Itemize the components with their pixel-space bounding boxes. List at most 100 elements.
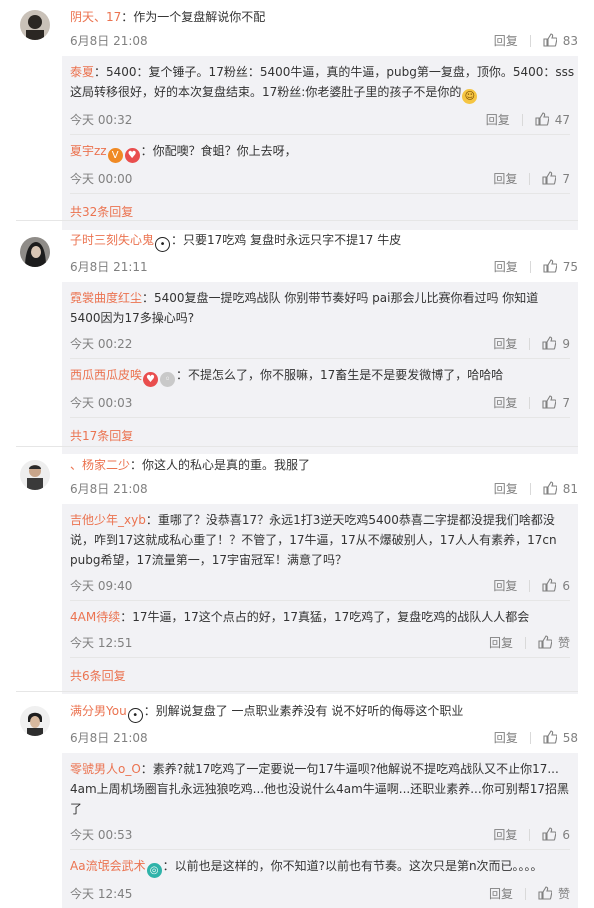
comment-username[interactable]: 子时三刻失心鬼 <box>70 233 154 247</box>
divider <box>16 446 578 447</box>
comment-username[interactable]: 满分男You <box>70 704 127 718</box>
reply-text: ：17牛逼，17这个点占的好，17真猛，17吃鸡了，复盘吃鸡的战队人人都会 <box>120 610 530 624</box>
thumbs-up-icon <box>543 33 557 47</box>
comment-time: 6月8日 21:08 <box>70 731 148 745</box>
like-count: 赞 <box>557 887 570 901</box>
thumbs-up-icon <box>542 578 557 592</box>
grin-emoji-icon: ☺ <box>462 89 478 104</box>
like-button[interactable]: 47 <box>535 112 570 127</box>
comment-time: 6月8日 21:11 <box>70 260 148 274</box>
reply-username[interactable]: 西瓜西瓜皮唉 <box>70 368 142 382</box>
reply-button[interactable]: 回复 <box>489 636 513 650</box>
comment: 子时三刻失心鬼 • ：只要17吃鸡 复盘时永远只字不提17 牛皮 6月8日 21:1… <box>0 231 594 276</box>
comment-text: 别解说复盘了 一点职业素养没有 说不好听的侮辱这个职业 <box>155 704 464 718</box>
like-count: 47 <box>554 113 570 127</box>
reply-text: ：以前也是这样的，你不知道?以前也有节奏。这次只是第n次而已。。。。 <box>162 859 543 873</box>
view-more-replies[interactable]: 共17条回复 <box>70 417 570 454</box>
like-button[interactable]: 9 <box>542 336 570 351</box>
thumbs-up-icon <box>542 395 557 409</box>
comment-time: 6月8日 21:08 <box>70 482 148 496</box>
reply-button[interactable]: 回复 <box>493 828 517 842</box>
reply-button[interactable]: 回复 <box>493 172 517 186</box>
like-button[interactable]: 58 <box>543 730 578 745</box>
reply-button[interactable]: 回复 <box>493 396 517 410</box>
reply-text: ：5400：复个锤子。17粉丝：5400牛逼，真的牛逼，pubg第一复盘，顶你。… <box>94 65 575 79</box>
reply-time: 今天 12:45 <box>70 887 133 901</box>
reply-button[interactable]: 回复 <box>494 34 518 48</box>
comment-username[interactable]: 阴天、17 <box>70 10 121 24</box>
reply-username[interactable]: 零號男人o_O <box>70 762 141 776</box>
reply-time: 今天 09:40 <box>70 579 133 593</box>
avatar[interactable] <box>20 10 50 40</box>
panda-badge-icon: • <box>127 708 143 723</box>
reply-text: 5400因为17多操心吗? <box>70 311 195 325</box>
reply-text: ：重哪了？没恭喜17？永远1打3逆天吃鸡5400恭喜二字提都没提我们啥都没 <box>145 513 555 527</box>
divider <box>529 173 531 185</box>
comment-text: 只要17吃鸡 复盘时永远只字不提17 牛皮 <box>183 233 402 247</box>
comment: 、杨家二少：你这人的私心是真的重。我服了 6月8日 21:08 回复 81 <box>0 456 594 498</box>
reply-button[interactable]: 回复 <box>486 113 510 127</box>
like-button[interactable]: 6 <box>542 578 570 593</box>
reply-username[interactable]: 4AM待续 <box>70 610 120 624</box>
reply-item: 零號男人o_O：素养?就17吃鸡了一定要说一句17牛逼呗?他解说不提吃鸡战队又不… <box>70 759 570 849</box>
thumbs-up-icon <box>543 730 557 744</box>
reply-text: pubg希望，17流量第一，17宇宙冠军！满意了吗？ <box>70 553 347 567</box>
divider <box>529 397 531 409</box>
thumbs-up-icon <box>542 171 557 185</box>
like-count: 7 <box>562 396 570 410</box>
divider <box>529 261 531 273</box>
thumbs-up-icon <box>543 259 557 273</box>
like-button[interactable]: 赞 <box>538 886 570 901</box>
avatar[interactable] <box>20 237 50 267</box>
reply-button[interactable]: 回复 <box>494 731 518 745</box>
like-button[interactable]: 7 <box>542 395 570 410</box>
view-more-replies[interactable]: 共6条回复 <box>70 657 570 694</box>
divider <box>16 220 578 221</box>
reply-time: 今天 00:32 <box>70 113 133 127</box>
view-more-replies[interactable]: 共32条回复 <box>70 193 570 230</box>
reply-button[interactable]: 回复 <box>489 887 513 901</box>
reply-username[interactable]: Aa流氓会武术 <box>70 859 146 873</box>
reply-username[interactable]: 霓裳曲度红尘 <box>70 291 142 305</box>
like-count: 58 <box>562 731 578 745</box>
divider <box>529 580 531 592</box>
vip-badge-icon: V <box>107 148 123 163</box>
thumbs-up-icon <box>542 336 557 350</box>
like-count: 赞 <box>557 636 570 650</box>
reply-username[interactable]: 泰夏 <box>70 65 94 79</box>
divider <box>529 732 531 744</box>
reply-text: 4am上周机场圈盲扎永远独狼吃鸡...他也没说什么4am牛逼啊...还职业素养.… <box>70 782 569 796</box>
reply-time: 今天 00:53 <box>70 828 133 842</box>
reply-text: ：不提怎么了，你不服嘛，17畜生是不是要发微博了，哈哈哈 <box>176 368 504 382</box>
comment-username[interactable]: 、杨家二少 <box>70 458 130 472</box>
reply-time: 今天 00:22 <box>70 337 133 351</box>
like-button[interactable]: 81 <box>543 481 578 496</box>
divider <box>521 114 523 126</box>
replies-box: 泰夏：5400：复个锤子。17粉丝：5400牛逼，真的牛逼，pubg第一复盘，顶… <box>62 56 578 230</box>
reply-button[interactable]: 回复 <box>494 260 518 274</box>
divider <box>524 637 526 649</box>
reply-username[interactable]: 夏宇zz <box>70 144 107 158</box>
like-button[interactable]: 7 <box>542 171 570 186</box>
ring-badge-icon: ◦ <box>160 372 176 387</box>
reply-button[interactable]: 回复 <box>493 337 517 351</box>
like-count: 81 <box>562 482 578 496</box>
reply-username[interactable]: 吉他少年_xyb <box>70 513 146 527</box>
like-button[interactable]: 83 <box>543 33 578 48</box>
reply-text: 说，咋到17这就成私心重了！？不管了，17牛逼，17从不爆破别人，17人人有素养… <box>70 533 557 547</box>
comment-time: 6月8日 21:08 <box>70 34 148 48</box>
like-button[interactable]: 6 <box>542 827 570 842</box>
reply-item: 4AM待续：17牛逼，17这个点占的好，17真猛，17吃鸡了，复盘吃鸡的战队人人… <box>70 600 570 657</box>
like-button[interactable]: 赞 <box>538 635 570 650</box>
comment-thread: 阴天、17：作为一个复盘解说你不配 6月8日 21:08 回复 83 泰夏：540… <box>0 8 594 230</box>
comment-thread: 满分男You • ：别解说复盘了 一点职业素养没有 说不好听的侮辱这个职业 6月8日… <box>0 702 594 908</box>
reply-text: 了 <box>70 802 83 816</box>
reply-button[interactable]: 回复 <box>494 482 518 496</box>
avatar[interactable] <box>20 460 50 490</box>
avatar[interactable] <box>20 706 50 736</box>
reply-button[interactable]: 回复 <box>493 579 517 593</box>
reply-time: 今天 12:51 <box>70 636 133 650</box>
reply-text: ：素养?就17吃鸡了一定要说一句17牛逼呗?他解说不提吃鸡战队又不止你17... <box>140 762 559 776</box>
like-button[interactable]: 75 <box>543 259 578 274</box>
thumbs-up-icon <box>535 112 549 126</box>
